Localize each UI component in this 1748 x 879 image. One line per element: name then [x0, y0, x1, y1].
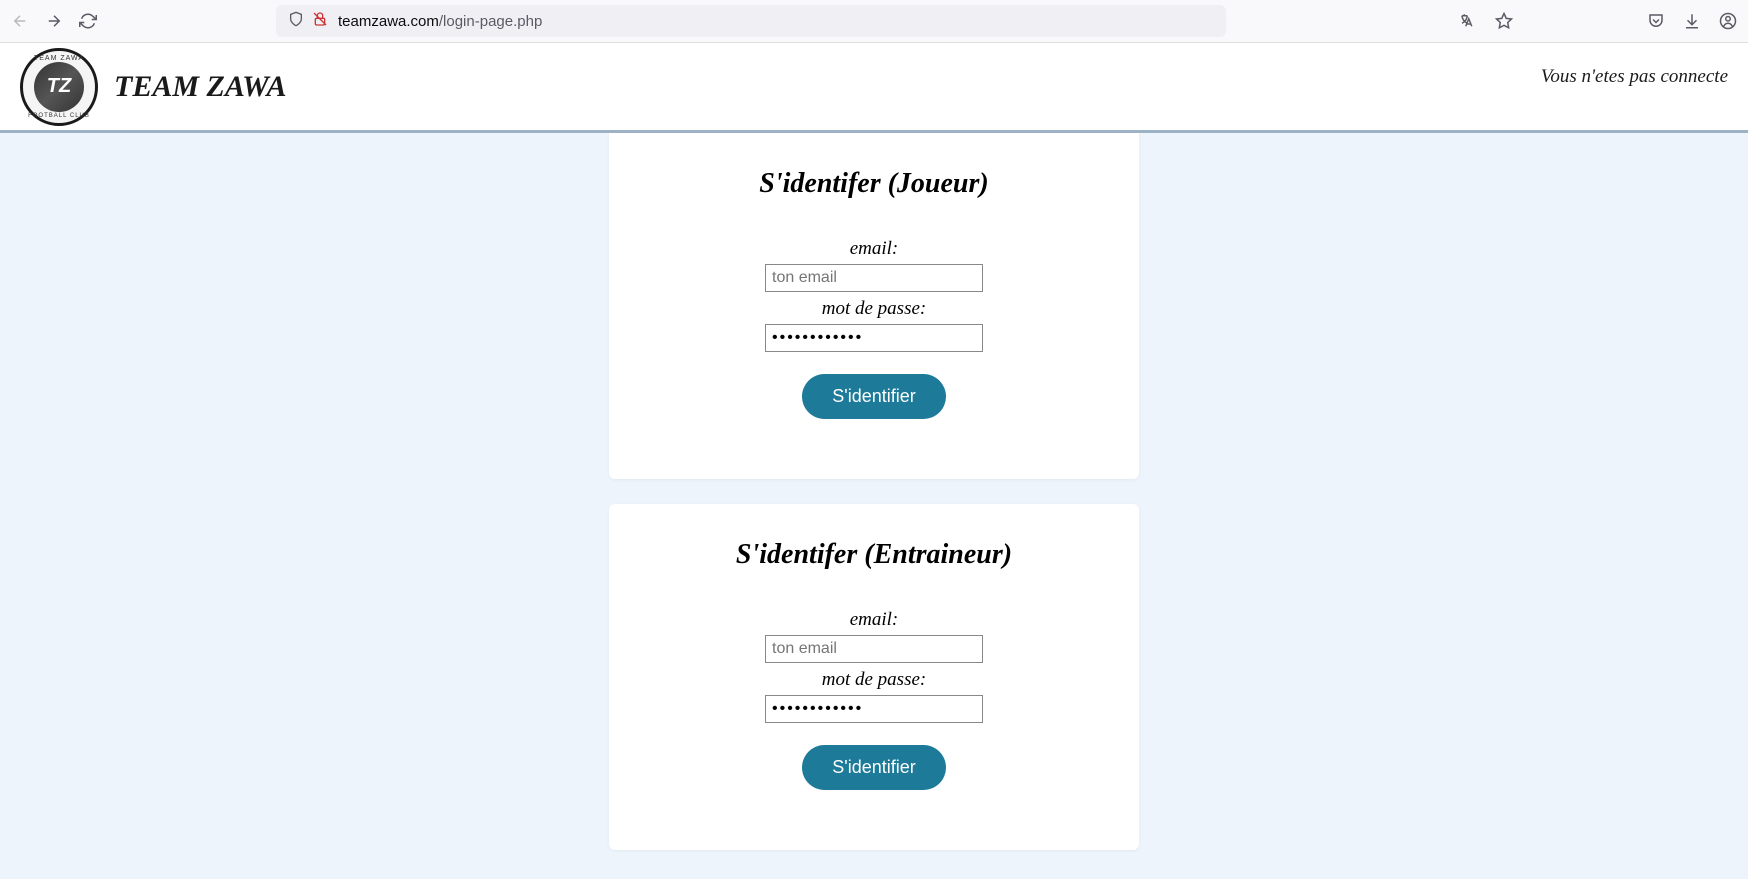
browser-toolbar: teamzawa.com/login-page.php [0, 0, 1748, 43]
coach-password-input[interactable] [765, 695, 983, 723]
site-header: TEAM ZAWA TZ FOOTBALL CLUB TEAM ZAWA Vou… [0, 43, 1748, 133]
refresh-icon[interactable] [78, 11, 98, 31]
translate-icon[interactable] [1458, 11, 1478, 31]
login-card-coach: S'identifer (Entraineur) email: mot de p… [609, 504, 1139, 850]
player-password-group: mot de passe: [649, 298, 1099, 352]
player-email-label: email: [649, 238, 1099, 260]
brand-name: TEAM ZAWA [114, 70, 287, 104]
url-domain: teamzawa.com [338, 13, 439, 30]
player-submit-button[interactable]: S'identifier [802, 374, 945, 419]
player-email-group: email: [649, 238, 1099, 292]
player-password-label: mot de passe: [649, 298, 1099, 320]
account-icon[interactable] [1718, 11, 1738, 31]
coach-login-title: S'identifer (Entraineur) [649, 539, 1099, 571]
brand-second: ZAWA [199, 70, 287, 103]
coach-email-label: email: [649, 609, 1099, 631]
shield-icon[interactable] [288, 11, 304, 32]
logo-emblem: TZ [34, 62, 84, 112]
url-text: teamzawa.com/login-page.php [338, 13, 542, 30]
coach-email-group: email: [649, 609, 1099, 663]
coach-password-label: mot de passe: [649, 669, 1099, 691]
address-icons [288, 11, 328, 32]
download-icon[interactable] [1682, 11, 1702, 31]
logo-bottom-text: FOOTBALL CLUB [28, 113, 90, 119]
toolbar-right [1458, 11, 1738, 31]
coach-email-input[interactable] [765, 635, 983, 663]
coach-submit-button[interactable]: S'identifier [802, 745, 945, 790]
nav-buttons [10, 11, 98, 31]
address-bar[interactable]: teamzawa.com/login-page.php [276, 5, 1226, 37]
brand-first: TEAM [114, 70, 199, 103]
coach-password-group: mot de passe: [649, 669, 1099, 723]
page-container: TEAM ZAWA TZ FOOTBALL CLUB TEAM ZAWA Vou… [0, 43, 1748, 879]
main-content: S'identifer (Joueur) email: mot de passe… [0, 133, 1748, 875]
player-password-input[interactable] [765, 324, 983, 352]
bookmark-star-icon[interactable] [1494, 11, 1514, 31]
site-logo[interactable]: TEAM ZAWA TZ FOOTBALL CLUB [20, 48, 98, 126]
url-path: /login-page.php [439, 13, 542, 30]
back-icon[interactable] [10, 11, 30, 31]
logo-top-text: TEAM ZAWA [34, 55, 84, 62]
connection-status: Vous n'etes pas connecte [1541, 66, 1728, 88]
pocket-icon[interactable] [1646, 11, 1666, 31]
login-card-player: S'identifer (Joueur) email: mot de passe… [609, 133, 1139, 479]
player-login-title: S'identifer (Joueur) [649, 168, 1099, 200]
forward-icon[interactable] [44, 11, 64, 31]
player-email-input[interactable] [765, 264, 983, 292]
insecure-lock-icon[interactable] [312, 11, 328, 32]
